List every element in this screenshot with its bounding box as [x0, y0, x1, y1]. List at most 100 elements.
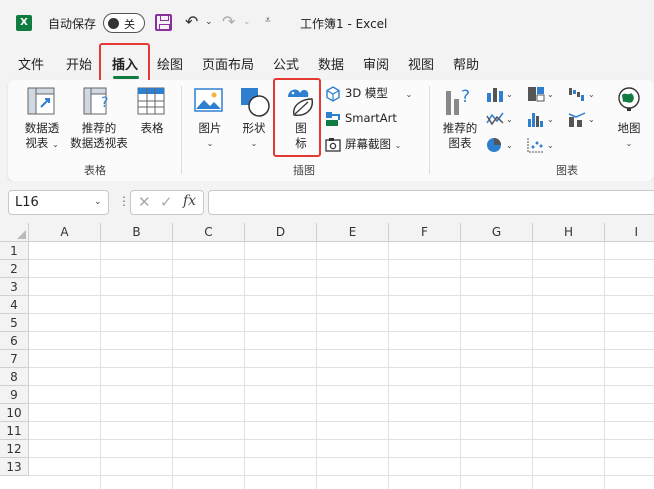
tab-file[interactable]: 文件: [18, 54, 44, 73]
tab-data[interactable]: 数据: [318, 54, 344, 73]
chevron-down-icon[interactable]: ⌄: [506, 115, 513, 124]
cell-area[interactable]: [29, 242, 654, 489]
column-header[interactable]: A: [29, 223, 101, 242]
recommended-charts-icon: ?: [446, 87, 470, 115]
row-header[interactable]: 4: [0, 296, 29, 314]
line-chart-icon[interactable]: [486, 111, 504, 127]
pictures-button[interactable]: 图片 ⌄: [192, 121, 228, 151]
3d-model-label: 3D 模型: [345, 86, 388, 100]
row-header[interactable]: 6: [0, 332, 29, 350]
chevron-down-icon: ⌄: [394, 141, 402, 150]
chevron-down-icon[interactable]: ⌄: [94, 197, 102, 207]
waterfall-chart-icon[interactable]: [568, 86, 586, 102]
redo-icon[interactable]: ↷: [222, 12, 235, 31]
tab-draw[interactable]: 绘图: [157, 54, 183, 73]
recommended-charts-button[interactable]: 推荐的 图表: [437, 121, 483, 151]
select-all-corner[interactable]: [0, 223, 29, 242]
chevron-down-icon[interactable]: ⌄: [547, 90, 554, 99]
insert-tab-highlight: [99, 43, 150, 84]
redo-dropdown-icon[interactable]: ⌄: [243, 17, 251, 27]
enter-check-icon[interactable]: ✓: [160, 193, 173, 211]
cancel-icon[interactable]: ✕: [138, 193, 151, 211]
column-header[interactable]: F: [389, 223, 461, 242]
autosave-toggle[interactable]: 关: [103, 13, 145, 33]
screenshot-button[interactable]: 屏幕截图 ⌄: [345, 137, 401, 153]
undo-icon[interactable]: ↶: [185, 12, 198, 31]
ribbon-insert: 数据透 视表 ⌄ ? 推荐的 数据透视表 表格 表格 图片 ⌄ 形状 ⌄ 图 标…: [8, 80, 654, 181]
recommended-pivot-label-2: 数据透视表: [70, 136, 128, 150]
maps-label: 地图: [617, 121, 641, 135]
shapes-label: 形状: [242, 121, 266, 135]
column-header[interactable]: I: [605, 223, 654, 242]
table-icon: [137, 87, 165, 115]
recommended-charts-label-1: 推荐的: [442, 121, 478, 135]
column-header[interactable]: D: [245, 223, 317, 242]
group-separator: [181, 86, 182, 174]
undo-dropdown-icon[interactable]: ⌄: [205, 17, 213, 27]
screenshot-icon: [325, 138, 341, 152]
maps-button[interactable]: 地图 ⌄: [611, 121, 647, 151]
row-header[interactable]: 11: [0, 422, 29, 440]
pie-chart-icon[interactable]: [486, 137, 504, 153]
group-label-tables: 表格: [84, 164, 106, 177]
combo-chart-icon[interactable]: [568, 111, 586, 127]
maps-icon: [618, 87, 640, 111]
more-options-icon[interactable]: ⋮: [118, 194, 130, 208]
pivot-table-button[interactable]: 数据透 视表 ⌄: [19, 121, 65, 152]
tab-review[interactable]: 审阅: [363, 54, 389, 73]
column-header[interactable]: G: [461, 223, 533, 242]
column-header[interactable]: B: [101, 223, 173, 242]
3d-model-button[interactable]: 3D 模型 ⌄: [345, 86, 412, 102]
shapes-button[interactable]: 形状 ⌄: [236, 121, 272, 151]
tab-help[interactable]: 帮助: [453, 54, 479, 73]
chevron-down-icon[interactable]: ⌄: [506, 141, 513, 150]
svg-text:?: ?: [101, 95, 108, 111]
chevron-down-icon: ⌄: [51, 140, 59, 149]
tab-formulas[interactable]: 公式: [273, 54, 299, 73]
row-header[interactable]: 3: [0, 278, 29, 296]
row-header[interactable]: 1: [0, 242, 29, 260]
row-header[interactable]: 12: [0, 440, 29, 458]
chevron-down-icon: ⌄: [625, 139, 633, 148]
insert-function-button[interactable]: fx: [183, 193, 196, 209]
formula-input[interactable]: [208, 190, 654, 215]
group-separator: [429, 86, 430, 174]
column-header[interactable]: C: [173, 223, 245, 242]
row-header[interactable]: 8: [0, 368, 29, 386]
chevron-down-icon[interactable]: ⌄: [588, 90, 595, 99]
tab-page-layout[interactable]: 页面布局: [202, 54, 254, 73]
row-header[interactable]: 9: [0, 386, 29, 404]
row-header[interactable]: 7: [0, 350, 29, 368]
recommended-pivot-button[interactable]: 推荐的 数据透视表: [65, 121, 133, 151]
smartart-icon: [326, 112, 340, 126]
tab-home[interactable]: 开始: [66, 54, 92, 73]
chevron-down-icon[interactable]: ⌄: [506, 90, 513, 99]
table-button[interactable]: 表格: [134, 121, 170, 136]
chevron-down-icon[interactable]: ⌄: [588, 115, 595, 124]
scatter-chart-icon[interactable]: [527, 137, 545, 153]
smartart-button[interactable]: SmartArt: [345, 111, 397, 126]
statistic-chart-icon[interactable]: [527, 111, 545, 127]
pivot-table-label-1: 数据透: [24, 121, 60, 135]
row-header[interactable]: 2: [0, 260, 29, 278]
row-header[interactable]: 10: [0, 404, 29, 422]
customize-quick-access-icon[interactable]: ⩡: [265, 15, 271, 26]
excel-logo-icon: X: [16, 15, 32, 31]
worksheet-grid: A B C D E F G H I 1 2 3 4 5 6 7 8 9 10 1…: [0, 223, 654, 489]
screenshot-label: 屏幕截图: [345, 137, 391, 151]
group-label-charts: 图表: [556, 164, 578, 177]
recommended-pivot-label-1: 推荐的: [81, 121, 117, 135]
chevron-down-icon: ⌄: [250, 139, 258, 148]
hierarchy-chart-icon[interactable]: [527, 86, 545, 102]
chevron-down-icon[interactable]: ⌄: [547, 141, 554, 150]
row-header[interactable]: 5: [0, 314, 29, 332]
excel-window: X 自动保存 关 ↶ ⌄ ↷ ⌄ ⩡ 工作簿1 - Excel 文件 开始 插入…: [0, 0, 654, 489]
column-header[interactable]: H: [533, 223, 605, 242]
autosave-label: 自动保存: [48, 17, 97, 31]
column-chart-icon[interactable]: [486, 86, 504, 102]
tab-view[interactable]: 视图: [408, 54, 434, 73]
row-header[interactable]: 13: [0, 458, 29, 476]
column-header[interactable]: E: [317, 223, 389, 242]
save-icon[interactable]: [155, 14, 172, 31]
chevron-down-icon[interactable]: ⌄: [547, 115, 554, 124]
